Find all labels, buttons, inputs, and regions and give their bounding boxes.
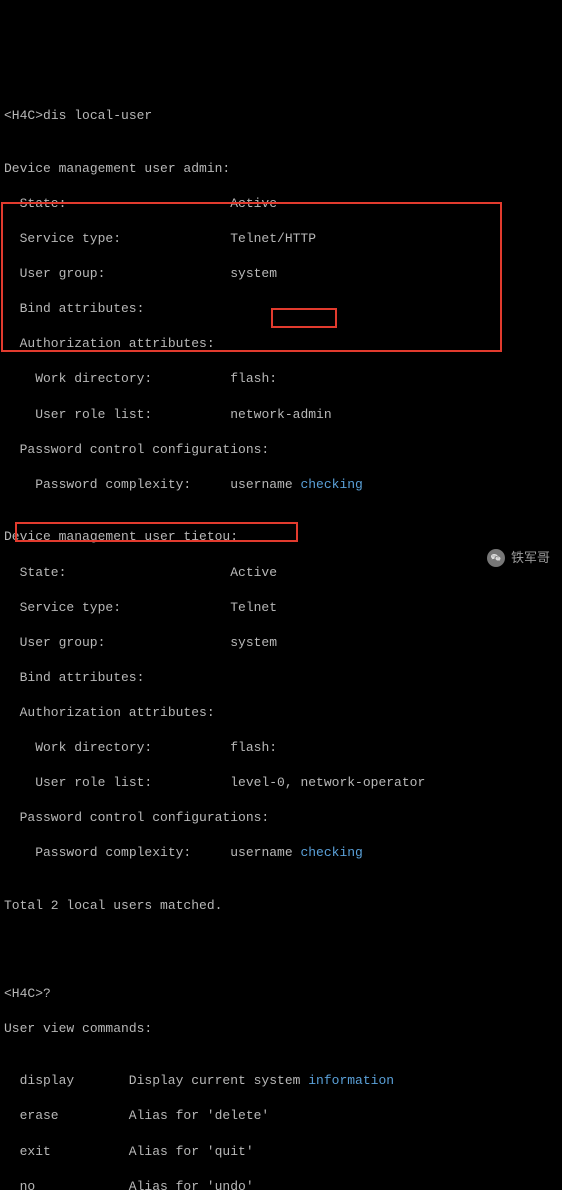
cmd-name: no: [20, 1178, 129, 1190]
cmd-desc: Display current system: [129, 1073, 308, 1088]
cmd-desc: Alias for 'delete': [129, 1108, 269, 1123]
field-key: Work directory:: [35, 739, 230, 757]
field-row: State:Active: [4, 564, 558, 582]
terminal-output: <H4C>dis local-user Device management us…: [0, 70, 562, 1190]
field-key: Service type:: [20, 599, 231, 617]
field-val: username: [230, 477, 300, 492]
field-key: Service type:: [20, 230, 231, 248]
cmd-name: exit: [20, 1143, 129, 1161]
field-key: User role list:: [35, 406, 230, 424]
command-entered: dis local-user: [43, 108, 152, 123]
keyword: checking: [300, 477, 362, 492]
field-row: User group:system: [4, 265, 558, 283]
field-val: Telnet/HTTP: [230, 231, 316, 246]
field-val: system: [230, 635, 277, 650]
field-row: Work directory:flash:: [4, 370, 558, 388]
cmd-help-row: exitAlias for 'quit': [4, 1143, 558, 1161]
field-row: Service type:Telnet/HTTP: [4, 230, 558, 248]
field-val: flash:: [230, 371, 277, 386]
field-key: State:: [20, 195, 231, 213]
section-header: User view commands:: [4, 1020, 558, 1038]
field-key: Bind attributes:: [4, 300, 558, 318]
field-key: Password control configurations:: [4, 809, 558, 827]
watermark-text: 铁军哥: [511, 549, 550, 567]
watermark: 铁军哥: [487, 549, 550, 567]
field-key: User group:: [20, 265, 231, 283]
field-row: User role list:network-admin: [4, 406, 558, 424]
cmd-desc: Alias for 'undo': [129, 1179, 254, 1190]
cmd-help-row: displayDisplay current system informatio…: [4, 1072, 558, 1090]
wechat-icon: [487, 549, 505, 567]
field-row: Password complexity:username checking: [4, 476, 558, 494]
field-val: flash:: [230, 740, 277, 755]
prompt-line[interactable]: <H4C>?: [4, 985, 558, 1003]
field-val: network-admin: [230, 407, 331, 422]
field-val-highlighted: level-0: [230, 775, 285, 790]
field-val: , network-operator: [285, 775, 425, 790]
blank-line: [4, 932, 558, 950]
field-key: Password complexity:: [35, 844, 230, 862]
prompt: <H4C>: [4, 986, 43, 1001]
field-key: Password control configurations:: [4, 441, 558, 459]
field-key: User group:: [20, 634, 231, 652]
keyword: checking: [300, 845, 362, 860]
field-row: State:Active: [4, 195, 558, 213]
user-header: Device management user admin:: [4, 160, 558, 178]
field-key: State:: [20, 564, 231, 582]
cmd-help-row: eraseAlias for 'delete': [4, 1107, 558, 1125]
cmd-desc: Alias for 'quit': [129, 1144, 254, 1159]
field-row: User role list:level-0, network-operator: [4, 774, 558, 792]
keyword: information: [308, 1073, 394, 1088]
field-val: username: [230, 845, 300, 860]
field-val: Active: [230, 196, 277, 211]
prompt-line: <H4C>dis local-user: [4, 107, 558, 125]
field-key: Password complexity:: [35, 476, 230, 494]
prompt: <H4C>: [4, 108, 43, 123]
cmd-help-row: noAlias for 'undo': [4, 1178, 558, 1190]
field-val: system: [230, 266, 277, 281]
field-row: User group:system: [4, 634, 558, 652]
cmd-name: erase: [20, 1107, 129, 1125]
field-key: Bind attributes:: [4, 669, 558, 687]
field-row: Password complexity:username checking: [4, 844, 558, 862]
field-val: Telnet: [230, 600, 277, 615]
field-row: Work directory:flash:: [4, 739, 558, 757]
field-key: Authorization attributes:: [4, 335, 558, 353]
user-header: Device management user tietou:: [4, 528, 558, 546]
field-row: Service type:Telnet: [4, 599, 558, 617]
cmd-name: display: [20, 1072, 129, 1090]
command-entered: ?: [43, 986, 51, 1001]
field-key: Work directory:: [35, 370, 230, 388]
total-line: Total 2 local users matched.: [4, 897, 558, 915]
field-key: User role list:: [35, 774, 230, 792]
field-val: Active: [230, 565, 277, 580]
field-key: Authorization attributes:: [4, 704, 558, 722]
